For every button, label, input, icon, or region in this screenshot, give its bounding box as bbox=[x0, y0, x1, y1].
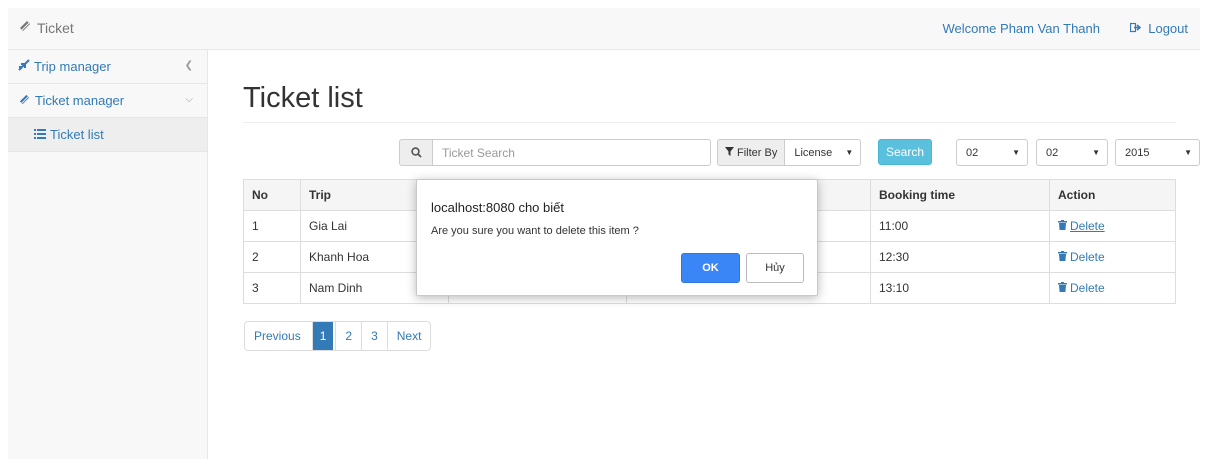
list-icon bbox=[34, 127, 46, 142]
pagination-page-3[interactable]: 3 bbox=[361, 322, 387, 350]
search-button[interactable]: Search bbox=[878, 139, 932, 165]
filter-by-button[interactable]: Filter By bbox=[717, 139, 786, 166]
cell-no: 2 bbox=[243, 241, 301, 273]
sidebar-item-trip-manager[interactable]: Trip manager ❮ bbox=[8, 50, 207, 84]
filter-by-label: Filter By bbox=[737, 146, 778, 159]
cell-action: Delete bbox=[1049, 210, 1176, 242]
chevron-down-icon[interactable]: ⌵ bbox=[185, 94, 193, 105]
top-navbar: Ticket Welcome Pham Van Thanh Logout bbox=[8, 8, 1200, 50]
cell-no: 3 bbox=[243, 272, 301, 304]
column-header-booking-time: Booking time bbox=[870, 179, 1050, 211]
trash-icon bbox=[1058, 281, 1067, 295]
sidebar-sub-item-label: Ticket list bbox=[50, 127, 104, 142]
brand[interactable]: Ticket bbox=[18, 19, 74, 36]
trash-icon bbox=[1058, 250, 1067, 264]
filter-icon bbox=[725, 146, 734, 159]
year-select[interactable]: 2015 ▼ bbox=[1115, 139, 1200, 166]
dialog-title: localhost:8080 cho biết bbox=[431, 200, 564, 215]
pagination-previous[interactable]: Previous bbox=[245, 322, 310, 350]
title-divider bbox=[243, 122, 1176, 123]
trash-icon bbox=[1058, 219, 1067, 233]
dialog-ok-button[interactable]: OK bbox=[681, 253, 740, 283]
caret-down-icon: ▼ bbox=[1012, 148, 1020, 157]
month-select[interactable]: 02 ▼ bbox=[1036, 139, 1108, 166]
day-select[interactable]: 02 ▼ bbox=[956, 139, 1028, 166]
brand-label: Ticket bbox=[37, 19, 74, 36]
delete-label: Delete bbox=[1070, 281, 1105, 295]
search-input[interactable] bbox=[432, 139, 711, 166]
caret-down-icon: ▼ bbox=[1184, 148, 1192, 157]
logout-link[interactable]: Logout bbox=[1130, 21, 1188, 36]
delete-link[interactable]: Delete bbox=[1058, 250, 1105, 264]
pagination-page-1[interactable]: 1 bbox=[311, 322, 334, 350]
search-icon bbox=[399, 139, 432, 166]
sidebar-item-label: Ticket manager bbox=[35, 93, 125, 108]
year-value: 2015 bbox=[1125, 146, 1150, 159]
sidebar-item-ticket-list[interactable]: Ticket list bbox=[8, 118, 207, 152]
logout-label: Logout bbox=[1148, 21, 1188, 36]
sign-out-icon bbox=[1130, 21, 1142, 36]
delete-label: Delete bbox=[1070, 219, 1105, 233]
day-value: 02 bbox=[966, 146, 979, 159]
page-title: Ticket list bbox=[243, 82, 363, 114]
column-header-no: No bbox=[243, 179, 301, 211]
caret-down-icon: ▼ bbox=[1092, 148, 1100, 157]
chevron-left-icon[interactable]: ❮ bbox=[185, 60, 193, 71]
cell-booking-time: 11:00 bbox=[870, 210, 1050, 242]
welcome-link[interactable]: Welcome Pham Van Thanh bbox=[942, 21, 1100, 36]
filter-field-select[interactable]: License ▼ bbox=[785, 139, 862, 166]
cell-no: 1 bbox=[243, 210, 301, 242]
ticket-icon bbox=[18, 19, 32, 36]
caret-down-icon: ▼ bbox=[845, 148, 854, 157]
sidebar-item-ticket-manager[interactable]: Ticket manager ⌵ bbox=[8, 84, 207, 118]
sidebar-item-label: Trip manager bbox=[34, 59, 111, 74]
month-value: 02 bbox=[1046, 146, 1059, 159]
filter-group: Filter By License ▼ bbox=[717, 139, 862, 166]
delete-label: Delete bbox=[1070, 250, 1105, 264]
ticket-icon bbox=[18, 93, 31, 109]
pagination: Previous 1 2 3 Next bbox=[244, 321, 432, 351]
search-group bbox=[399, 139, 711, 166]
pagination-next[interactable]: Next bbox=[386, 322, 431, 350]
plane-icon bbox=[18, 59, 30, 74]
dialog-cancel-button[interactable]: Hủy bbox=[746, 253, 804, 283]
sidebar: Trip manager ❮ Ticket manager ⌵ Ticket l… bbox=[8, 50, 208, 459]
confirm-dialog: localhost:8080 cho biết Are you sure you… bbox=[416, 179, 818, 296]
cell-action: Delete bbox=[1049, 241, 1176, 273]
cell-booking-time: 13:10 bbox=[870, 272, 1050, 304]
delete-link[interactable]: Delete bbox=[1058, 219, 1105, 233]
delete-link[interactable]: Delete bbox=[1058, 281, 1105, 295]
column-header-action: Action bbox=[1049, 179, 1176, 211]
cell-action: Delete bbox=[1049, 272, 1176, 304]
pagination-page-2[interactable]: 2 bbox=[335, 322, 361, 350]
dialog-message: Are you sure you want to delete this ite… bbox=[431, 225, 639, 237]
filter-field-value: License bbox=[794, 146, 833, 159]
cell-booking-time: 12:30 bbox=[870, 241, 1050, 273]
